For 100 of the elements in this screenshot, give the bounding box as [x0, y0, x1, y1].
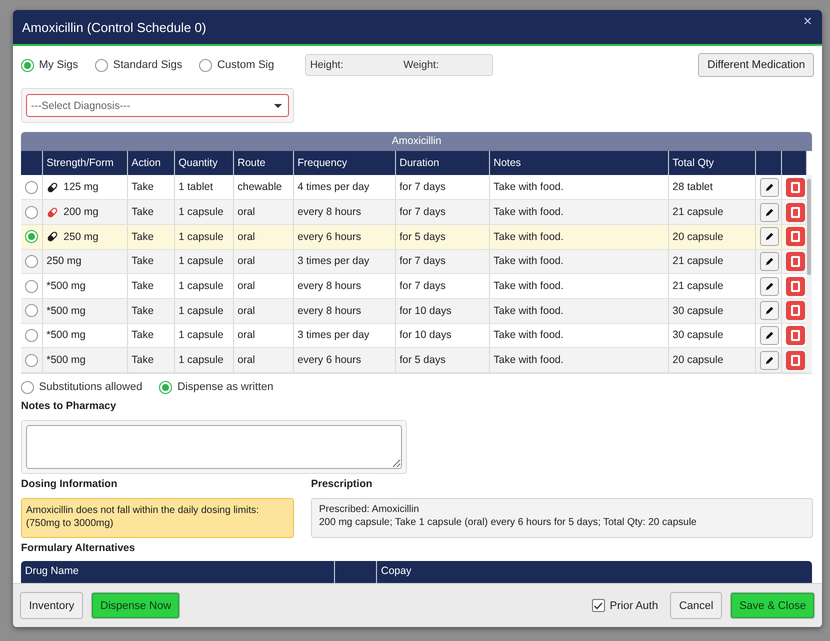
cancel-button[interactable]: Cancel [670, 592, 722, 619]
table-cell: 30 capsule [672, 304, 724, 317]
delete-button[interactable] [786, 276, 804, 296]
table-cell: *500 mg [46, 280, 86, 292]
table-cell: *500 mg [46, 304, 86, 317]
table-cell: oral [238, 354, 256, 366]
pencil-icon [764, 354, 774, 366]
height-label: Height: [310, 59, 344, 71]
table-row[interactable]: *500 mg Take 1 capsule oral 3 times per day for 10 days Take with food. 30 capsule [21, 323, 806, 348]
pencil-icon [764, 231, 774, 242]
table-row[interactable]: 250 mg Take 1 capsule oral 3 times per day for 7 days Take with food. 21 capsule [21, 249, 806, 274]
trash-icon [790, 304, 800, 318]
table-cell: oral [238, 304, 256, 317]
row-radio[interactable] [25, 280, 38, 293]
table-cell: 1 capsule [178, 354, 224, 366]
row-radio[interactable] [25, 304, 38, 318]
diagnosis-select[interactable]: ---Select Diagnosis--- [26, 94, 289, 117]
table-cell: for 7 days [400, 181, 446, 194]
pencil-icon [764, 280, 774, 292]
pencil-icon [764, 256, 774, 267]
check-icon [593, 600, 604, 610]
dispense-now-button[interactable]: Dispense Now [91, 592, 180, 619]
table-cell: for 5 days [400, 354, 446, 366]
table-row[interactable]: 250 mg Take 1 capsule oral every 6 hours for 5 days Take with food. 20 capsule [21, 224, 806, 250]
table-cell: 1 capsule [178, 329, 224, 342]
table-cell: Take [132, 181, 154, 194]
table-cell: Take with food. [494, 255, 564, 268]
table-cell: oral [238, 206, 256, 218]
row-radio[interactable] [25, 328, 38, 342]
table-cell: oral [238, 255, 256, 268]
radio-option[interactable]: Standard Sigs [95, 58, 182, 72]
column-header: Copay [380, 564, 412, 579]
edit-button[interactable] [760, 252, 778, 271]
edit-button[interactable] [760, 326, 778, 345]
table-cell: every 6 hours [298, 230, 362, 243]
edit-button[interactable] [760, 276, 778, 296]
table-cell: 1 capsule [178, 230, 224, 243]
table-cell: 125 mg [64, 181, 99, 194]
table-cell: 4 times per day [298, 181, 370, 194]
delete-button[interactable] [786, 178, 804, 197]
table-cell: every 8 hours [298, 304, 362, 317]
delete-button[interactable] [786, 326, 804, 345]
delete-button[interactable] [786, 227, 804, 246]
table-row[interactable]: *500 mg Take 1 capsule oral every 8 hours for 7 days Take with food. 21 capsule [21, 274, 806, 298]
table-row[interactable]: 125 mg Take 1 tablet chewable 4 times per day for 7 days Take with food. 28 tablet [21, 175, 806, 200]
table-cell: oral [238, 280, 256, 292]
table-cell: *500 mg [46, 354, 86, 366]
radio-option[interactable]: Custom Sig [199, 58, 274, 72]
table-cell: Take with food. [494, 181, 564, 194]
trash-icon [790, 254, 800, 268]
edit-button[interactable] [760, 227, 778, 246]
delete-button[interactable] [786, 202, 804, 222]
row-radio[interactable] [25, 354, 38, 367]
row-radio[interactable] [25, 254, 38, 268]
row-radio[interactable] [25, 180, 38, 194]
column-header: Quantity [174, 151, 233, 175]
edit-button[interactable] [760, 301, 778, 320]
delete-button[interactable] [786, 301, 804, 320]
table-cell: Take [132, 206, 154, 218]
column-header: Notes [489, 151, 668, 175]
delete-button[interactable] [786, 350, 804, 370]
inventory-button[interactable]: Inventory [20, 592, 84, 619]
table-caption: Amoxicillin [21, 132, 812, 151]
column-header: Route [233, 151, 293, 175]
radio-option[interactable]: Substitutions allowed [21, 380, 142, 394]
scrollbar[interactable] [806, 175, 812, 373]
table-cell: Take [132, 255, 154, 268]
table-cell: Take [132, 329, 154, 342]
edit-button[interactable] [760, 178, 778, 197]
delete-button[interactable] [786, 252, 804, 271]
table-cell: Take [132, 354, 154, 366]
prescription-text: Prescribed: Amoxicillin [319, 503, 420, 516]
row-radio[interactable] [25, 206, 38, 219]
prescription-text: 200 mg capsule; Take 1 capsule (oral) every 6 hours for 5 days; Total Qty: 20 capsule [319, 516, 698, 529]
close-button[interactable]: × [801, 14, 814, 29]
column-header: Strength/Form [42, 151, 127, 175]
different-medication-button[interactable]: Different Medication [698, 53, 814, 77]
table-cell: for 10 days [400, 304, 452, 317]
table-cell: *500 mg [46, 329, 86, 342]
save-close-button[interactable]: Save & Close [730, 592, 815, 619]
pencil-icon [764, 305, 774, 316]
table-cell: 21 capsule [672, 206, 724, 218]
table-cell: every 6 hours [298, 354, 362, 366]
table-cell: 250 mg [64, 230, 99, 243]
row-radio[interactable] [25, 230, 38, 244]
radio-option[interactable]: My Sigs [21, 58, 78, 72]
table-cell: for 7 days [400, 206, 446, 218]
edit-button[interactable] [760, 350, 778, 370]
table-row[interactable]: *500 mg Take 1 capsule oral every 6 hours for 5 days Take with food. 20 capsule [21, 348, 806, 372]
table-row[interactable]: 200 mg Take 1 capsule oral every 8 hours for 7 days Take with food. 21 capsule [21, 200, 806, 224]
table-cell: every 8 hours [298, 280, 362, 292]
table-cell: 21 capsule [672, 280, 724, 292]
table-row[interactable]: *500 mg Take 1 capsule oral every 8 hours for 10 days Take with food. 30 capsule [21, 298, 806, 324]
prior-auth-checkbox[interactable]: Prior Auth [592, 599, 658, 612]
caret-icon [274, 104, 282, 108]
radio-option[interactable]: Dispense as written [159, 380, 274, 394]
table-cell: chewable [238, 181, 282, 194]
table-cell: 1 capsule [178, 304, 224, 317]
edit-button[interactable] [760, 202, 778, 222]
trash-icon [790, 230, 800, 244]
